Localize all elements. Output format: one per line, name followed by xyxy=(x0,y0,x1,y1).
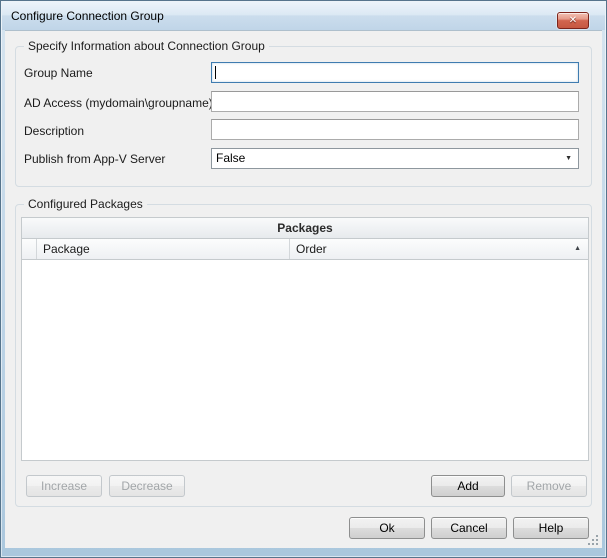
close-icon: ✕ xyxy=(558,13,588,28)
column-header-package[interactable]: Package xyxy=(37,239,290,259)
help-button[interactable]: Help xyxy=(513,517,589,539)
resize-grip[interactable] xyxy=(587,534,598,545)
dialog-window: Configure Connection Group ✕ Specify Inf… xyxy=(0,0,607,558)
text-cursor xyxy=(215,66,216,79)
packages-table-title: Packages xyxy=(22,218,588,239)
column-header-order-label: Order xyxy=(296,242,327,256)
chevron-down-icon: ▼ xyxy=(565,149,572,168)
ok-button[interactable]: Ok xyxy=(349,517,425,539)
group-name-label: Group Name xyxy=(24,66,93,80)
packages-groupbox-title: Configured Packages xyxy=(24,197,147,212)
increase-button: Increase xyxy=(26,475,102,497)
add-button[interactable]: Add xyxy=(431,475,505,497)
packages-table-body xyxy=(22,260,588,460)
decrease-button: Decrease xyxy=(109,475,185,497)
row-selector-column xyxy=(22,239,37,259)
publish-dropdown-value: False xyxy=(216,149,245,168)
sort-ascending-icon: ▲ xyxy=(574,239,581,259)
description-label: Description xyxy=(24,124,84,138)
cancel-button[interactable]: Cancel xyxy=(431,517,507,539)
column-header-order[interactable]: Order ▲ xyxy=(290,239,588,259)
info-groupbox-title: Specify Information about Connection Gro… xyxy=(24,39,269,54)
title-bar[interactable]: Configure Connection Group ✕ xyxy=(2,2,605,30)
description-input[interactable] xyxy=(211,119,579,140)
packages-groupbox: Configured Packages Packages Package Ord… xyxy=(15,204,592,507)
packages-table: Packages Package Order ▲ xyxy=(21,217,589,461)
info-groupbox: Specify Information about Connection Gro… xyxy=(15,46,592,187)
publish-label: Publish from App-V Server xyxy=(24,152,165,166)
close-button[interactable]: ✕ xyxy=(557,12,589,29)
remove-button: Remove xyxy=(511,475,587,497)
ad-access-input[interactable] xyxy=(211,91,579,112)
publish-dropdown[interactable]: False ▼ xyxy=(211,148,579,169)
window-title: Configure Connection Group xyxy=(11,9,164,23)
group-name-input[interactable] xyxy=(211,62,579,83)
packages-table-header-row: Package Order ▲ xyxy=(22,239,588,260)
dialog-client-area: Specify Information about Connection Gro… xyxy=(5,30,602,548)
ad-access-label: AD Access (mydomain\groupname) xyxy=(24,96,213,110)
